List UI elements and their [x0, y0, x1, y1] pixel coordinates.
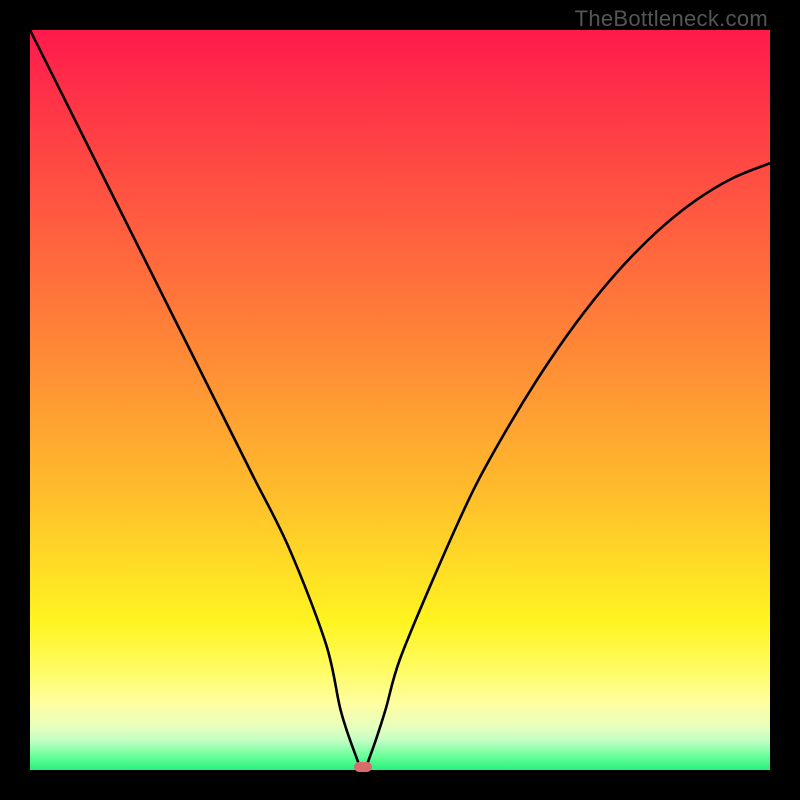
bottleneck-curve [30, 30, 770, 770]
optimal-marker [354, 762, 372, 772]
plot-area [30, 30, 770, 770]
watermark-text: TheBottleneck.com [575, 6, 768, 32]
curve-path [30, 30, 770, 770]
chart-frame: TheBottleneck.com [0, 0, 800, 800]
